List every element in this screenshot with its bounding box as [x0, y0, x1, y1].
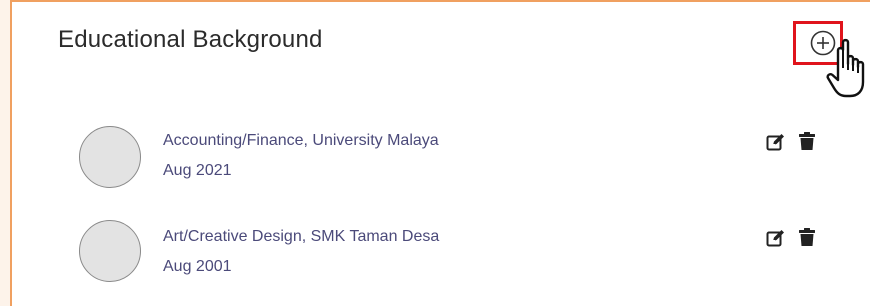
trash-icon[interactable]	[797, 131, 817, 151]
education-entry: Accounting/Finance, University Malaya Au…	[0, 118, 870, 198]
edit-icon[interactable]	[766, 132, 786, 152]
education-entry: Art/Creative Design, SMK Taman Desa Aug …	[0, 212, 870, 292]
entry-date: Aug 2001	[163, 258, 232, 275]
educational-background-card: Educational Background Accounting/Financ…	[0, 0, 870, 306]
entry-title: Art/Creative Design, SMK Taman Desa	[163, 228, 440, 245]
trash-icon[interactable]	[797, 227, 817, 247]
institution-avatar	[79, 126, 141, 188]
institution-avatar	[79, 220, 141, 282]
hand-pointer-cursor-icon	[826, 38, 865, 98]
section-title: Educational Background	[58, 26, 323, 53]
entry-title: Accounting/Finance, University Malaya	[163, 132, 439, 149]
entry-date: Aug 2021	[163, 162, 232, 179]
edit-icon[interactable]	[766, 228, 786, 248]
card-top-border	[10, 0, 870, 2]
